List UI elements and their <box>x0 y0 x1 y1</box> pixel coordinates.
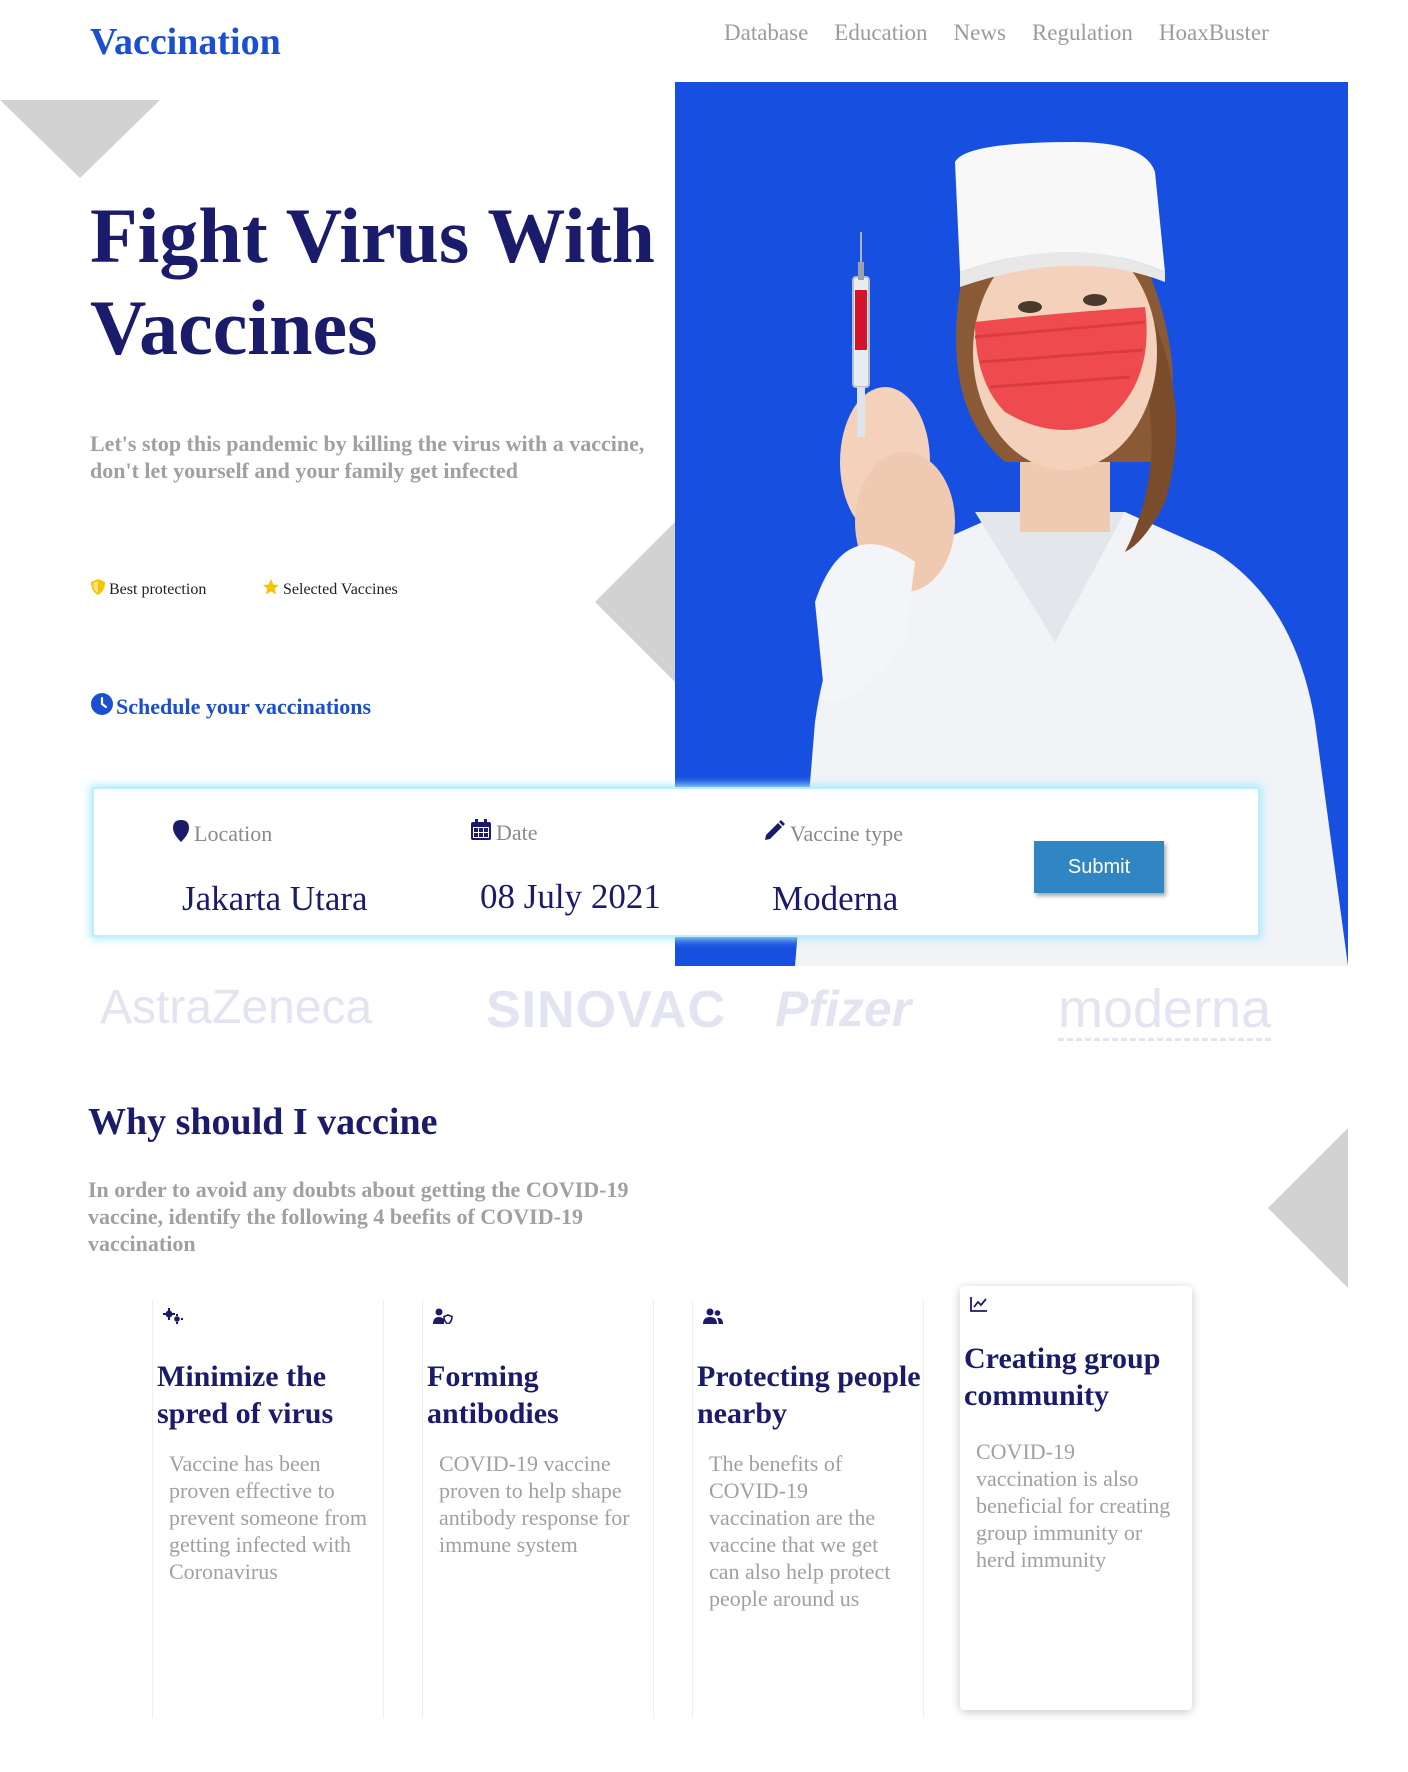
vaccine-type-value[interactable]: Moderna <box>762 879 903 919</box>
benefit-title: Forming antibodies <box>427 1360 559 1430</box>
chart-line-icon <box>970 1296 988 1317</box>
nav-education[interactable]: Education <box>834 20 927 46</box>
feature-label: Best protection <box>109 580 207 598</box>
feature-selected-vaccines: Selected Vaccines <box>262 578 398 601</box>
benefit-title: Minimize the spred of virus <box>157 1360 334 1430</box>
benefit-title: Creating group community <box>964 1342 1161 1412</box>
map-marker-icon <box>172 819 190 849</box>
calendar-icon <box>470 819 492 847</box>
nav-database[interactable]: Database <box>724 20 808 46</box>
date-field[interactable]: Date 08 July 2021 <box>470 819 661 917</box>
benefit-text: The benefits of COVID-19 vaccination are… <box>709 1451 891 1611</box>
benefit-title: Protecting people nearby <box>697 1360 921 1430</box>
vaccine-type-label: Vaccine type <box>790 821 903 846</box>
pfizer-logo: Pfizer <box>775 981 912 1037</box>
nav-hoaxbuster[interactable]: HoaxBuster <box>1159 20 1269 46</box>
clock-icon <box>90 692 114 722</box>
submit-button[interactable]: Submit <box>1034 841 1164 893</box>
user-shield-icon <box>433 1308 453 1329</box>
location-value[interactable]: Jakarta Utara <box>172 879 368 919</box>
feature-label: Selected Vaccines <box>283 580 398 598</box>
location-field[interactable]: Location Jakarta Utara <box>172 819 368 919</box>
star-icon <box>262 578 280 601</box>
shield-icon <box>90 578 106 601</box>
hero-subtitle: Let's stop this pandemic by killing the … <box>90 431 645 483</box>
benefit-text: COVID-19 vaccine proven to help shape an… <box>439 1451 630 1557</box>
hero-title: Fight Virus With Vaccines <box>90 192 655 371</box>
sinovac-logo: SINOVAC <box>486 981 727 1039</box>
moderna-logo: moderna <box>1058 979 1272 1041</box>
date-value[interactable]: 08 July 2021 <box>470 877 661 917</box>
decor-triangle <box>595 522 675 682</box>
schedule-link[interactable]: Schedule your vaccinations <box>90 692 371 722</box>
section-subtitle: In order to avoid any doubts about getti… <box>88 1177 629 1256</box>
date-label: Date <box>496 820 538 845</box>
location-label: Location <box>194 821 273 846</box>
schedule-label: Schedule your vaccinations <box>116 694 372 719</box>
section-title: Why should I vaccine <box>88 1101 438 1143</box>
brand-logo[interactable]: Vaccination <box>90 20 281 64</box>
booking-form: Location Jakarta Utara Date 08 July 2021… <box>92 787 1260 937</box>
benefit-card-active[interactable]: Creating group community COVID-19 vaccin… <box>960 1286 1192 1710</box>
vaccine-type-field[interactable]: Vaccine type Moderna <box>762 819 903 919</box>
feature-best-protection: Best protection <box>90 578 206 601</box>
benefit-text: Vaccine has been proven effective to pre… <box>169 1451 367 1584</box>
virus-icon <box>163 1308 183 1329</box>
users-icon <box>703 1308 723 1329</box>
benefit-card[interactable]: Forming antibodies COVID-19 vaccine prov… <box>422 1300 654 1718</box>
pencil-icon <box>762 819 786 849</box>
nav-news[interactable]: News <box>954 20 1006 46</box>
benefit-card[interactable]: Minimize the spred of virus Vaccine has … <box>152 1300 384 1718</box>
benefit-card[interactable]: Protecting people nearby The benefits of… <box>692 1300 924 1718</box>
astrazeneca-logo: AstraZeneca <box>100 981 373 1034</box>
benefit-text: COVID-19 vaccination is also beneficial … <box>976 1439 1171 1572</box>
main-nav: Database Education News Regulation HoaxB… <box>724 20 1269 46</box>
decor-triangle <box>0 100 160 178</box>
decor-triangle <box>1268 1128 1348 1288</box>
nav-regulation[interactable]: Regulation <box>1032 20 1133 46</box>
